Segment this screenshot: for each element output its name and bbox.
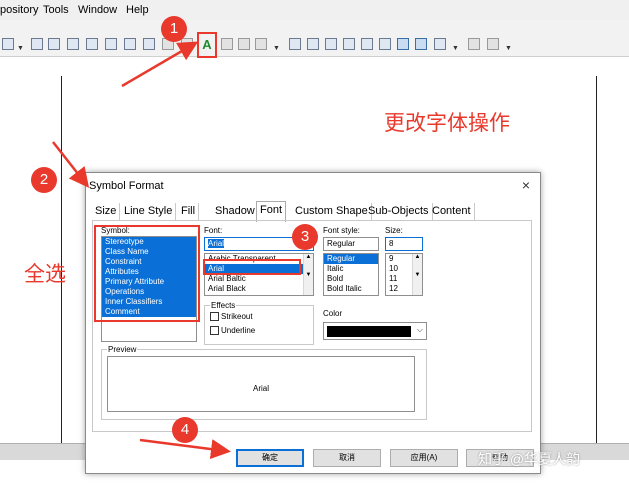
toolbar: ▼ ▼ ▼ ▼ (0, 20, 629, 57)
tab-content[interactable]: Content (429, 203, 475, 220)
step-4-badge: 4 (172, 417, 198, 443)
select-all-annotation: 全选 (24, 263, 66, 286)
tab-size[interactable]: Size (92, 203, 121, 220)
font-size-listbox[interactable]: 9 10 11 12 ▲ ▼ (385, 253, 423, 296)
toolbar-button-20[interactable] (415, 38, 427, 50)
checkbox-icon[interactable] (210, 312, 219, 322)
toolbar-button-3[interactable] (67, 38, 79, 50)
preview-text: Arial (252, 384, 269, 393)
toolbar-button-12[interactable] (255, 38, 267, 50)
browse-icon[interactable] (2, 38, 14, 50)
toolbar-button-1[interactable] (31, 38, 43, 50)
underline-checkbox[interactable]: Underline (210, 326, 255, 336)
toolbar-button-6[interactable] (124, 38, 136, 50)
underline-label: Underline (221, 326, 256, 335)
tab-font[interactable]: Font (256, 201, 287, 222)
dialog-title: Symbol Format (89, 180, 164, 192)
font-highlight-box (203, 259, 301, 275)
effects-group (204, 305, 314, 345)
step-1-badge: 1 (161, 16, 187, 42)
preview-box: Arial (107, 356, 415, 412)
tab-shadow[interactable]: Shadow (212, 203, 259, 220)
font-style-input[interactable]: Regular (323, 237, 379, 251)
tab-line-style[interactable]: Line Style (121, 203, 177, 220)
toolbar-button-9[interactable] (181, 38, 193, 50)
apply-button[interactable]: 应用(A) (390, 449, 458, 467)
toolbar-button-21[interactable] (434, 38, 446, 50)
toolbar-button-2[interactable] (48, 38, 60, 50)
list-item[interactable]: Arial Black (205, 284, 313, 294)
font-list-scrollbar[interactable]: ▲ ▼ (303, 254, 313, 295)
color-swatch (327, 326, 411, 337)
toolbar-button-7[interactable] (143, 38, 155, 50)
size-label: Size: (385, 226, 403, 235)
chevron-down-icon: ⌵ (416, 325, 423, 334)
preview-label: Preview (107, 345, 138, 354)
chevron-down-icon[interactable]: ▼ (17, 45, 24, 52)
color-label: Color (323, 309, 343, 318)
cancel-button[interactable]: 取消 (313, 449, 381, 467)
list-item-selected[interactable]: Regular (324, 254, 378, 264)
strikeout-label: Strikeout (221, 312, 253, 321)
font-size-input[interactable]: 8 (385, 237, 423, 251)
print-preview-icon[interactable] (468, 38, 480, 50)
canvas-right-border (596, 76, 597, 443)
font-style-listbox[interactable]: Regular Italic Bold Bold Italic (323, 253, 379, 296)
tab-custom-shape[interactable]: Custom Shape (292, 203, 372, 220)
list-item[interactable]: Bold Italic (324, 284, 378, 294)
toolbar-button-13[interactable] (289, 38, 301, 50)
tab-sub-objects[interactable]: Sub-Objects (365, 203, 433, 220)
strikeout-checkbox[interactable]: Strikeout (210, 312, 253, 322)
font-style-label: Font style: (323, 226, 360, 235)
list-item[interactable]: Bold (324, 274, 378, 284)
menu-help[interactable]: Help (126, 4, 149, 16)
print-icon[interactable] (487, 38, 499, 50)
toolbar-button-16[interactable] (343, 38, 355, 50)
ok-button[interactable]: 确定 (236, 449, 304, 467)
menu-tools[interactable]: Tools (43, 4, 69, 16)
font-name-value: Arial (208, 239, 225, 248)
checkbox-icon[interactable] (210, 326, 219, 336)
step-3-badge: 3 (292, 224, 318, 250)
toolbar-button-5[interactable] (105, 38, 117, 50)
close-icon[interactable]: × (522, 177, 530, 193)
toolbar-button-10[interactable] (221, 38, 233, 50)
menu-bar: pository Tools Window Help (0, 0, 629, 21)
menu-repository[interactable]: pository (0, 4, 39, 16)
chevron-down-icon[interactable]: ▼ (452, 45, 459, 52)
toolbar-button-17[interactable] (361, 38, 373, 50)
list-item[interactable]: Italic (324, 264, 378, 274)
toolbar-button-15[interactable] (325, 38, 337, 50)
symbol-format-dialog: Symbol Format × Size Line Style Fill Sha… (85, 172, 541, 474)
toolbar-button-19[interactable] (397, 38, 409, 50)
size-list-scrollbar[interactable]: ▲ ▼ (412, 254, 422, 295)
change-font-annotation: 更改字体操作 (384, 112, 510, 135)
arrow-to-dialog (52, 141, 90, 188)
toolbar-button-11[interactable] (238, 38, 250, 50)
color-dropdown[interactable]: ⌵ (323, 322, 427, 340)
list-item[interactable]: Arial Baltic (205, 274, 313, 284)
symbol-highlight-box (94, 225, 200, 322)
toolbar-button-18[interactable] (379, 38, 391, 50)
chevron-down-icon[interactable]: ▼ (273, 45, 280, 52)
toolbar-button-4[interactable] (86, 38, 98, 50)
watermark: 知乎 @华夏人韵 (478, 451, 581, 467)
toolbar-button-14[interactable] (307, 38, 319, 50)
chevron-down-icon[interactable]: ▼ (505, 45, 512, 52)
step-2-badge: 2 (31, 167, 57, 193)
text-font-button[interactable]: A (197, 32, 217, 58)
effects-label: Effects (210, 301, 237, 310)
menu-window[interactable]: Window (78, 4, 117, 16)
font-label: Font: (204, 226, 223, 235)
tab-fill[interactable]: Fill (178, 203, 200, 220)
